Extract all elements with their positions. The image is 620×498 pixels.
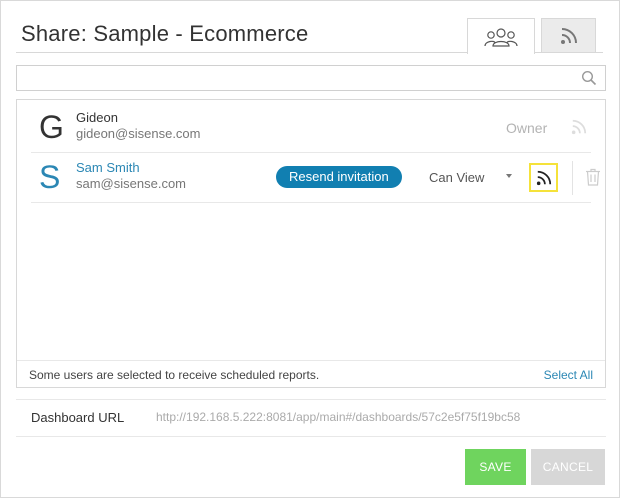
user-row-gideon: G Gideon gideon@sisense.com Owner	[31, 103, 591, 153]
rss-icon	[560, 28, 577, 44]
dashboard-url-label: Dashboard URL	[31, 410, 125, 425]
chevron-down-icon[interactable]	[506, 174, 512, 178]
resend-invitation-button[interactable]: Resend invitation	[276, 166, 402, 188]
user-list: G Gideon gideon@sisense.com Owner S Sam …	[16, 99, 606, 388]
user-row-sam-smith: S Sam Smith sam@sisense.com Resend invit…	[31, 153, 600, 203]
user-email: sam@sisense.com	[76, 176, 187, 191]
avatar: S	[39, 159, 61, 195]
user-name: Gideon	[76, 110, 118, 125]
rss-icon	[536, 170, 551, 185]
avatar: G	[39, 109, 64, 145]
user-email: gideon@sisense.com	[76, 126, 201, 141]
cancel-button[interactable]: CANCEL	[531, 449, 605, 485]
divider	[572, 161, 573, 195]
select-all-link[interactable]: Select All	[544, 368, 593, 382]
subscribe-toggle[interactable]	[529, 163, 558, 192]
owner-label: Owner	[506, 120, 548, 136]
rss-icon	[571, 119, 587, 140]
permission-select[interactable]: Can View	[429, 170, 484, 185]
dialog-title: Share: Sample - Ecommerce	[21, 21, 309, 46]
share-dialog: Share: Sample - Ecommerce G Gideon gideo…	[0, 0, 620, 498]
user-list-footer: Some users are selected to receive sched…	[17, 360, 605, 387]
search-input[interactable]	[17, 66, 577, 90]
search-icon[interactable]	[581, 70, 597, 91]
trash-icon[interactable]	[585, 168, 601, 191]
tab-users[interactable]	[467, 18, 535, 54]
scheduled-reports-note: Some users are selected to receive sched…	[29, 368, 320, 382]
users-icon	[484, 27, 518, 47]
user-name[interactable]: Sam Smith	[76, 160, 140, 175]
dashboard-url-field[interactable]: http://192.168.5.222:8081/app/main#/dash…	[156, 410, 592, 424]
dashboard-url-row: Dashboard URL http://192.168.5.222:8081/…	[16, 399, 606, 437]
save-button[interactable]: SAVE	[465, 449, 526, 485]
search-box[interactable]	[16, 65, 606, 91]
tab-subscriptions[interactable]	[541, 18, 596, 53]
